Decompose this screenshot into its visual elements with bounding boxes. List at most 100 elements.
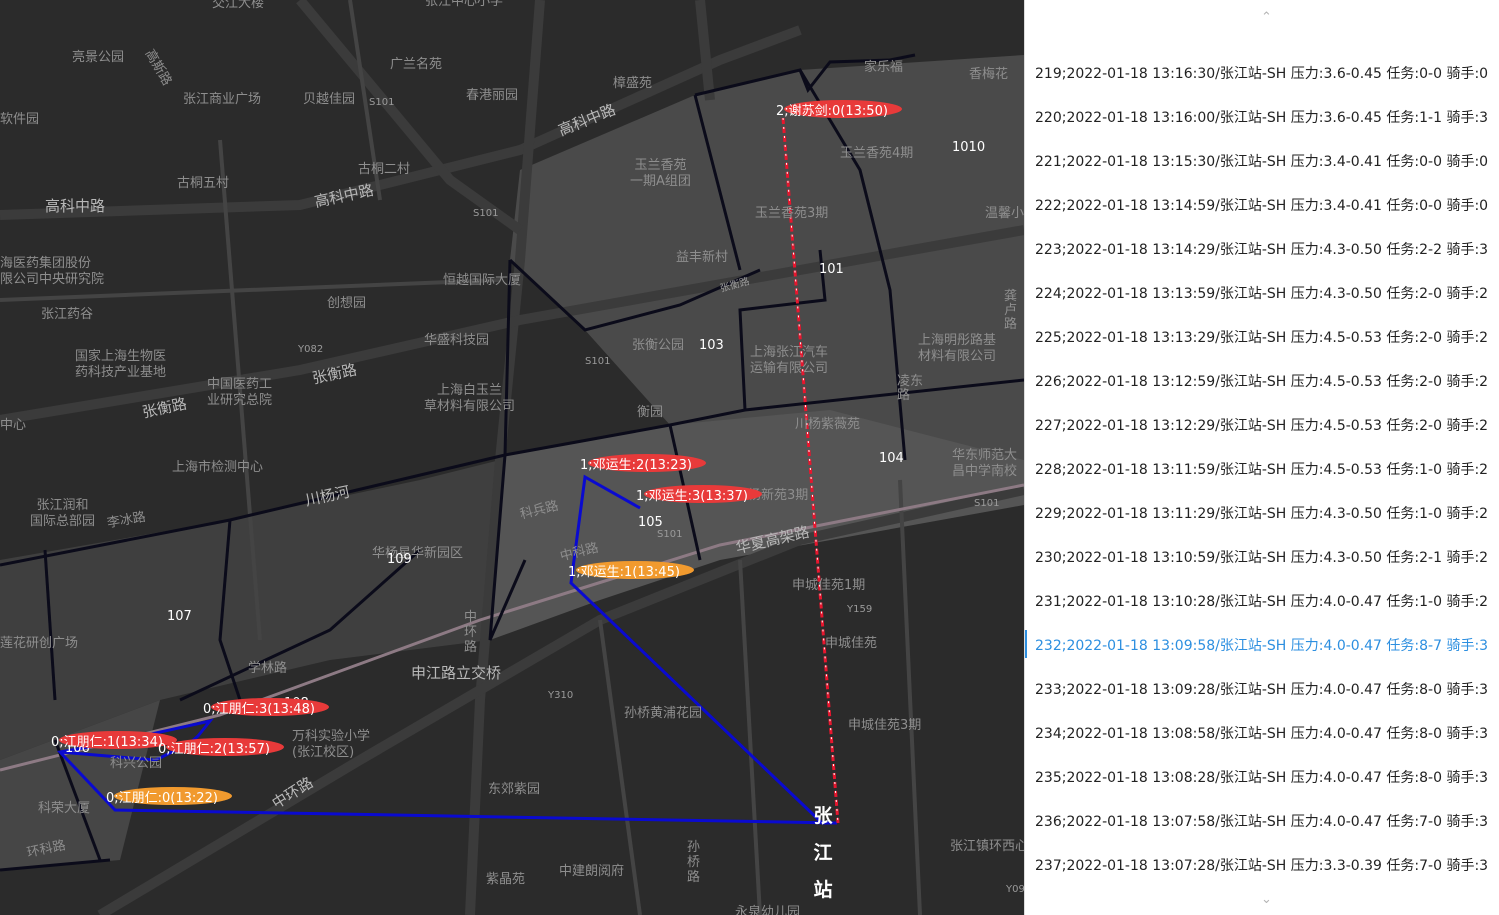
rider-marker[interactable]: 2;谢苏剑:0(13:50) — [776, 98, 902, 120]
place-label: 川杨紫薇苑 — [795, 417, 861, 432]
road-code: S101 — [974, 498, 1000, 509]
log-entry[interactable]: 236;2022-01-18 13:07:58/张江站-SH 压力:4.0-0.… — [1035, 811, 1488, 831]
place-label: 交江大楼 — [212, 0, 265, 11]
rider-marker[interactable]: 1;邓运生:1(13:45) — [568, 559, 694, 581]
place-label: 永泉幼儿园 — [735, 905, 801, 915]
log-entry[interactable]: 226;2022-01-18 13:12:59/张江站-SH 压力:4.5-0.… — [1035, 371, 1488, 391]
zone-label: 104 — [879, 451, 904, 466]
log-entry[interactable]: 219;2022-01-18 13:16:30/张江站-SH 压力:3.6-0.… — [1035, 63, 1488, 83]
place-label: 中建朗阅府 — [559, 864, 625, 879]
place-label: 玉兰香苑4期 — [840, 146, 914, 161]
place-label: 中国医药工 业研究总院 — [207, 377, 273, 408]
place-label: 益丰新村 — [676, 250, 729, 265]
road-code: Y159 — [847, 604, 873, 615]
log-entry[interactable]: 237;2022-01-18 13:07:28/张江站-SH 压力:3.3-0.… — [1035, 855, 1488, 875]
place-label: 东郊紫园 — [488, 782, 541, 797]
road-label: 龚 卢 路 — [1004, 289, 1018, 332]
place-label: 张江镇环西心 — [950, 839, 1024, 854]
chevron-up-icon[interactable]: ⌃ — [1261, 10, 1272, 25]
place-label: 玉兰香苑 一期A组团 — [630, 158, 691, 189]
road-code: S101 — [473, 208, 499, 219]
place-label: 玉兰香苑3期 — [755, 206, 829, 221]
rider-marker[interactable]: 0;江朋仁:3(13:48) — [203, 696, 329, 718]
rider-marker[interactable]: 1;邓运生:3(13:37) — [636, 483, 762, 505]
place-label: 软件园 — [0, 112, 40, 127]
road-label: 中 环 路 — [464, 610, 478, 655]
road-label: 孙 桥 路 — [687, 840, 701, 885]
rider-marker[interactable]: 0;江朋仁:2(13:57) — [158, 736, 284, 758]
place-label: 科荣大厦 — [38, 801, 91, 816]
log-entry[interactable]: 232;2022-01-18 13:09:58/张江站-SH 压力:4.0-0.… — [1035, 635, 1488, 655]
active-indicator — [1025, 630, 1027, 658]
place-label: 万科实验小学 (张江校区) — [292, 729, 371, 760]
place-label: 樟盛苑 — [613, 76, 653, 91]
zone-label: 1010 — [952, 140, 986, 155]
log-entry[interactable]: 231;2022-01-18 13:10:28/张江站-SH 压力:4.0-0.… — [1035, 591, 1488, 611]
place-label: 上海市检测中心 — [172, 460, 264, 475]
map-view[interactable]: 交江大楼 张江中心小学 亮景公园 高斯路 张江商业广场 贝越佳园 广兰名苑 S1… — [0, 0, 1024, 915]
place-label: 中心 — [0, 418, 27, 433]
place-label: 张江润和 国际总部园 — [30, 498, 96, 529]
log-panel[interactable]: ⌃ 219;2022-01-18 13:16:30/张江站-SH 压力:3.6-… — [1024, 0, 1499, 915]
place-label: 海医药集团股份 限公司中央研究院 — [0, 256, 105, 287]
place-label: 申城佳苑 — [825, 636, 878, 651]
log-entry[interactable]: 224;2022-01-18 13:13:59/张江站-SH 压力:4.3-0.… — [1035, 283, 1488, 303]
rider-marker[interactable]: 0;江朋仁:0(13:22) — [106, 785, 232, 807]
place-label: 科兴公园 — [110, 756, 163, 771]
place-label: 亮景公园 — [72, 50, 125, 65]
place-label: 张衡公园 — [632, 338, 685, 353]
place-label: 温馨小 — [985, 206, 1024, 221]
zone-label: 103 — [699, 338, 724, 353]
road-code: Y082 — [298, 344, 324, 355]
place-label: 古桐二村 — [358, 162, 411, 177]
place-label: 上海张江汽车 运输有限公司 — [750, 345, 829, 376]
log-entry[interactable]: 229;2022-01-18 13:11:29/张江站-SH 压力:4.3-0.… — [1035, 503, 1488, 523]
log-entry[interactable]: 235;2022-01-18 13:08:28/张江站-SH 压力:4.0-0.… — [1035, 767, 1488, 787]
rider-marker[interactable]: 1;邓运生:2(13:23) — [580, 452, 706, 474]
place-label: 上海明彤路基 材料有限公司 — [918, 333, 997, 364]
log-entry[interactable]: 234;2022-01-18 13:08:58/张江站-SH 压力:4.0-0.… — [1035, 723, 1488, 743]
log-entry[interactable]: 233;2022-01-18 13:09:28/张江站-SH 压力:4.0-0.… — [1035, 679, 1488, 699]
chevron-down-icon[interactable]: ⌄ — [1261, 892, 1272, 907]
log-entry[interactable]: 227;2022-01-18 13:12:29/张江站-SH 压力:4.5-0.… — [1035, 415, 1488, 435]
place-label: 上海白玉兰 草材料有限公司 — [424, 383, 516, 414]
place-label: 莲花研创广场 — [0, 636, 79, 651]
zone-label: 107 — [167, 609, 192, 624]
place-label: 古桐五村 — [177, 176, 230, 191]
place-label: 申城佳苑1期 — [792, 578, 866, 593]
place-label: 华杨星华新园区 — [372, 546, 464, 561]
road-code: S101 — [585, 356, 611, 367]
place-label: 申江路立交桥 — [411, 664, 502, 682]
place-label: 家乐福 — [864, 60, 904, 75]
place-label: 孙桥黄浦花园 — [624, 706, 703, 721]
log-entry[interactable]: 223;2022-01-18 13:14:29/张江站-SH 压力:4.3-0.… — [1035, 239, 1488, 259]
zone-label: 101 — [819, 262, 844, 277]
log-entry[interactable]: 228;2022-01-18 13:11:59/张江站-SH 压力:4.5-0.… — [1035, 459, 1488, 479]
road-label: 学林路 — [248, 661, 288, 676]
place-label: 华东师范大 昌中学南校 — [952, 448, 1018, 479]
log-entry[interactable]: 225;2022-01-18 13:13:29/张江站-SH 压力:4.5-0.… — [1035, 327, 1488, 347]
zone-label: 109 — [387, 552, 412, 567]
place-label: 恒越国际大厦 — [443, 273, 522, 288]
place-label: 衡园 — [637, 405, 664, 420]
place-label: 张江中心小学 — [425, 0, 504, 9]
road-label: 高科中路 — [45, 197, 106, 215]
road-code: Y09 — [1006, 884, 1024, 895]
place-label: 张江药谷 — [41, 307, 94, 322]
rider-marker[interactable]: 0;江朋仁:1(13:34) — [51, 729, 177, 751]
log-entry[interactable]: 220;2022-01-18 13:16:00/张江站-SH 压力:3.6-0.… — [1035, 107, 1488, 127]
log-entry[interactable]: 221;2022-01-18 13:15:30/张江站-SH 压力:3.4-0.… — [1035, 151, 1488, 171]
place-label: 紫晶苑 — [486, 872, 526, 887]
place-label: 广兰名苑 — [390, 57, 443, 72]
place-label: 贝越佳园 — [303, 92, 356, 107]
place-label: 张江商业广场 — [183, 92, 262, 107]
place-label: 华盛科技园 — [424, 333, 490, 348]
road-label: 凌东 路 — [897, 374, 924, 403]
log-entry[interactable]: 230;2022-01-18 13:10:59/张江站-SH 压力:4.3-0.… — [1035, 547, 1488, 567]
station-label: 张江站 — [813, 805, 833, 901]
road-code: S101 — [369, 97, 395, 108]
place-label: 创想园 — [327, 296, 367, 311]
place-label: 春港丽园 — [466, 88, 519, 103]
place-label: 申城佳苑3期 — [848, 718, 922, 733]
log-entry[interactable]: 222;2022-01-18 13:14:59/张江站-SH 压力:3.4-0.… — [1035, 195, 1488, 215]
